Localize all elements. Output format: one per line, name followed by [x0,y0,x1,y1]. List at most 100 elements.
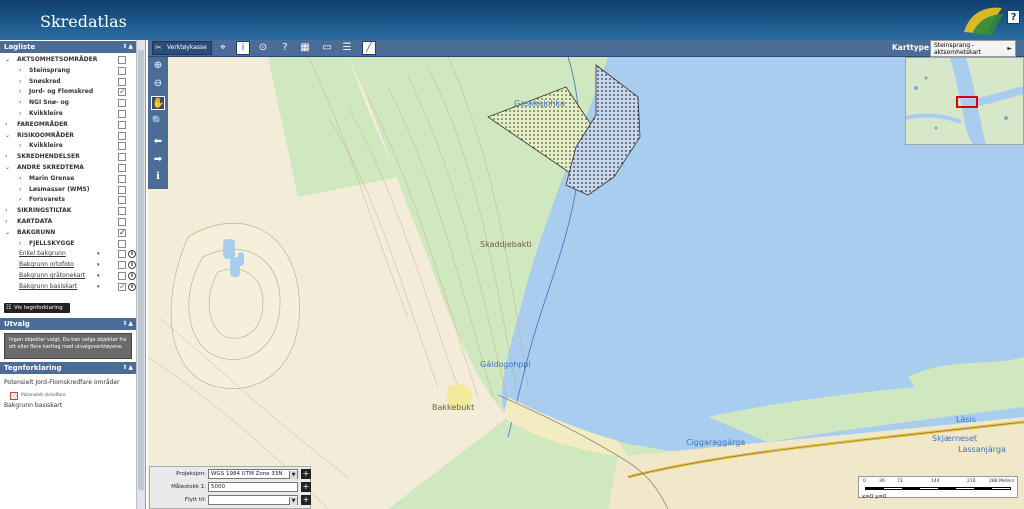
select-tool-icon[interactable]: ⌖ [216,41,230,55]
expand-down-icon[interactable]: ⌄ [5,163,10,173]
layer-item[interactable]: ⌄ BAKGRUNN ✓ [0,228,136,238]
info-tool-icon[interactable]: i [236,41,250,55]
layer-item[interactable]: Enkel bakgrunn ▾ i [0,249,136,259]
expand-down-icon[interactable]: ⌄ [5,55,10,65]
projection-select[interactable]: WGS 1984 UTM Zone 33N ▼ [208,469,298,479]
layer-item[interactable]: › SIKRINGSTILTAK [0,206,136,216]
layer-item[interactable]: › Jord- og Flomskred ✓ [0,87,136,97]
layer-label[interactable]: Enkel bakgrunn [19,249,66,259]
layer-item[interactable]: › Steinsprang [0,66,136,76]
toolbox-button[interactable]: ✂ Verktøykasse [152,41,212,55]
info-icon[interactable]: i [128,250,136,259]
help-button[interactable]: ? [1007,10,1020,24]
layer-item[interactable]: › NGI Snø- og [0,98,136,108]
map-canvas[interactable] [148,57,1024,509]
layer-checkbox[interactable] [118,131,126,140]
collapse-icon[interactable]: ⇕▲ [122,318,134,330]
expand-right-icon[interactable]: › [19,87,21,97]
layer-item[interactable]: › Forsvarets [0,195,136,205]
chevron-down-icon[interactable]: ▾ [97,260,100,270]
layer-item[interactable]: Bakgrunn ortofoto ▾ i [0,260,136,270]
expand-right-icon[interactable]: › [19,239,21,249]
scroll-thumb[interactable] [138,50,144,490]
layer-item[interactable]: › Kvikkleire [0,109,136,119]
layer-checkbox[interactable] [118,261,126,270]
expand-down-icon[interactable]: ⌄ [5,228,10,238]
info-download-icon[interactable]: ℹ [151,170,165,184]
layer-item[interactable]: › KARTDATA [0,217,136,227]
layer-item[interactable]: Bakgrunn gråtonekart ▾ i [0,271,136,281]
expand-right-icon[interactable]: › [19,98,21,108]
chevron-down-icon[interactable]: ▾ [97,249,100,259]
layer-checkbox[interactable] [118,142,126,151]
layer-item[interactable]: ⌄ RISIKOOMRÅDER [0,131,136,141]
expand-right-icon[interactable]: › [5,120,7,130]
show-legend-button[interactable]: ☷ Vis tegnforklaring [4,303,70,313]
zoom-in-icon[interactable]: ⊕ [151,59,165,73]
layer-checkbox[interactable] [118,218,126,226]
move-to-select[interactable]: ▼ [208,495,298,505]
chevron-down-icon[interactable]: ▾ [97,282,100,292]
map-view[interactable]: Gaskkajohka Skaddjebakti Gáldogohppi Bak… [148,57,1024,509]
layer-item[interactable]: › Snøskred [0,77,136,87]
expand-right-icon[interactable]: › [19,195,21,205]
zoom-out-icon[interactable]: ⊖ [151,77,165,91]
list-tool-icon[interactable]: ☰ [340,41,354,55]
forward-arrow-icon[interactable]: ➡ [151,153,165,167]
expand-right-icon[interactable]: › [19,66,21,76]
expand-right-icon[interactable]: › [5,206,7,216]
layer-checkbox[interactable] [118,196,126,205]
info-icon[interactable]: i [128,261,136,270]
expand-right-icon[interactable]: › [19,185,21,195]
layer-label[interactable]: Bakgrunn ortofoto [19,260,74,270]
karttype-select[interactable]: Steinsprang - aktsomhetskart ► [930,40,1016,57]
layer-item[interactable]: ⌄ AKTSOMHETSOMRÅDER [0,55,136,65]
layer-checkbox[interactable] [118,207,126,216]
expand-right-icon[interactable]: › [19,141,21,151]
layer-label[interactable]: Bakgrunn basiskart [19,282,77,292]
layer-item[interactable]: › Kvikkleire [0,141,136,151]
draw-tool-icon[interactable]: ╱ [362,41,376,55]
search-tool-icon[interactable]: ⊙ [256,41,270,55]
back-arrow-icon[interactable]: ⬅ [151,135,165,149]
layer-checkbox[interactable] [118,120,126,129]
chevron-down-icon[interactable]: ▾ [97,271,100,281]
overview-extent-frame[interactable] [956,96,978,108]
layer-checkbox[interactable] [118,174,126,183]
add-icon[interactable]: + [301,482,311,492]
layer-checkbox[interactable]: ✓ [118,228,126,237]
magnifier-icon[interactable]: 🔍 [151,115,165,129]
expand-right-icon[interactable]: › [19,77,21,87]
layer-checkbox[interactable] [118,239,126,248]
layer-item[interactable]: › SKREDHENDELSER [0,152,136,162]
help-tool-icon[interactable]: ? [278,41,292,55]
info-icon[interactable]: i [128,282,136,291]
collapse-icon[interactable]: ⇕▲ [122,41,134,53]
expand-down-icon[interactable]: ⌄ [5,131,10,141]
add-icon[interactable]: + [301,495,311,505]
layer-item[interactable]: › FAREOMRÅDER [0,120,136,130]
add-icon[interactable]: + [301,469,311,479]
layer-checkbox[interactable] [118,99,126,108]
expand-right-icon[interactable]: › [19,174,21,184]
layer-item[interactable]: › Løsmasser (WMS) [0,185,136,195]
layer-item[interactable]: Bakgrunn basiskart ▾ ✓ i [0,282,136,292]
layer-checkbox[interactable] [118,66,126,75]
layer-checkbox[interactable] [118,110,126,118]
layer-checkbox[interactable] [118,56,126,64]
collapse-icon[interactable]: ⇕▲ [122,362,134,374]
layer-checkbox[interactable] [118,77,126,86]
expand-right-icon[interactable]: › [5,152,7,162]
layer-label[interactable]: Bakgrunn gråtonekart [19,271,85,281]
scale-input[interactable]: 5000 [208,482,298,492]
overview-map[interactable] [905,57,1024,145]
left-scrollbar[interactable] [136,40,145,509]
layer-item[interactable]: ⌄ ANDRE SKREDTEMA [0,163,136,173]
layer-checkbox[interactable] [118,164,126,172]
grid-tool-icon[interactable]: ▦ [298,41,312,55]
expand-right-icon[interactable]: › [5,217,7,227]
layer-checkbox[interactable] [118,185,126,194]
info-icon[interactable]: i [128,272,136,280]
layer-item[interactable]: › Marin Grense [0,174,136,184]
layer-checkbox[interactable] [118,153,126,162]
